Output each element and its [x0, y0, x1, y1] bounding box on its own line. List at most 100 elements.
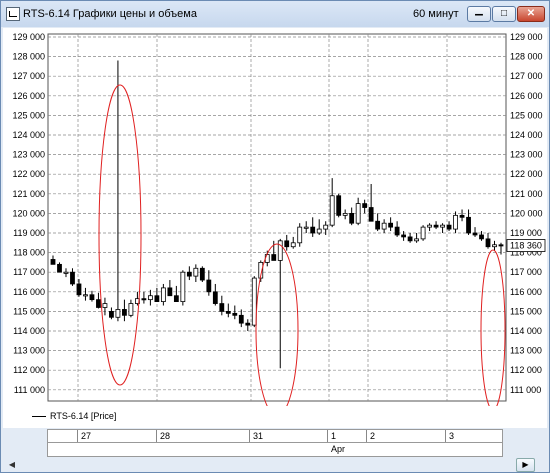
candle-body [147, 295, 153, 301]
y-tick-label-left: 121 000 [12, 189, 45, 199]
candle-body [362, 203, 368, 208]
date-axis-separator [48, 442, 502, 443]
y-tick-label-left: 118 000 [13, 248, 45, 258]
candle-body [290, 242, 296, 248]
candle-body [122, 309, 127, 316]
candle-body [375, 220, 381, 230]
candle-body [381, 222, 387, 230]
horizontal-scrollbar[interactable]: ◀ ▶ [3, 458, 547, 472]
candle-body [167, 287, 173, 297]
date-tick [366, 430, 367, 442]
y-tick-label-left: 123 000 [12, 150, 45, 160]
y-tick-label-right: 122 000 [510, 169, 543, 179]
maximize-icon: □ [500, 8, 508, 19]
candle-body [466, 216, 471, 234]
candle-body [219, 303, 225, 312]
candle-body [232, 312, 238, 316]
candle-body [141, 298, 147, 301]
candle-body [342, 212, 348, 216]
date-tick [445, 430, 446, 442]
candle-body [414, 238, 419, 242]
last-price-label: 118 360 [510, 241, 542, 251]
candle-body [89, 294, 95, 301]
plot-area [47, 33, 507, 402]
y-tick-label-right: 120 000 [510, 208, 543, 218]
title-bar[interactable]: RTS-6.14 Графики цены и объема 60 минут … [1, 1, 549, 27]
y-tick-label-left: 115 000 [13, 306, 45, 316]
candle-body [76, 283, 82, 296]
y-tick-label-left: 114 000 [13, 326, 45, 336]
price-chart-svg[interactable]: 129 000 129 000 128 000 128 000 127 000 127 0… [3, 28, 547, 417]
candle-body [199, 267, 205, 281]
candle-body [420, 226, 426, 240]
candle-body [316, 228, 322, 234]
y-tick-label-left: 116 000 [13, 287, 45, 297]
chart-app-icon [6, 7, 20, 21]
candle-body [453, 214, 458, 230]
candle-body [186, 271, 192, 277]
candle-body [63, 271, 69, 274]
candle-body [433, 224, 439, 228]
candle-body [212, 291, 218, 304]
chart-window: RTS-6.14 Графики цены и объема 60 минут … [0, 0, 550, 473]
candle-body [206, 279, 212, 293]
y-tick-label-right: 114 000 [510, 326, 542, 336]
date-axis: 27 28 31 1 2 3 Apr [47, 429, 503, 457]
candle-body [485, 238, 491, 248]
close-button[interactable]: ✕ [517, 6, 545, 22]
candle-body [70, 271, 75, 285]
y-tick-label-right: 127 000 [510, 71, 543, 81]
y-tick-label-right: 125 000 [510, 110, 543, 120]
candle-body [427, 224, 432, 228]
y-tick-label-left: 122 000 [12, 169, 45, 179]
candle-body [479, 234, 484, 240]
price-chart[interactable]: 129 000 129 000 128 000 128 000 127 000 127 0… [3, 28, 547, 417]
day-label-28: 28 [160, 431, 171, 441]
candle-body [251, 277, 257, 326]
candle-body [303, 226, 309, 229]
y-tick-label-left: 111 000 [14, 385, 45, 395]
candle-body [459, 214, 465, 218]
candle-body [401, 234, 407, 238]
scroll-right-button[interactable]: ▶ [516, 458, 535, 472]
candle-body [355, 203, 361, 224]
y-tick-label-right: 113 000 [510, 346, 542, 356]
candle-body [180, 271, 186, 302]
candle-body [83, 294, 88, 297]
scroll-left-icon[interactable]: ◀ [5, 459, 19, 470]
minimize-button[interactable]: ▁ [467, 5, 491, 22]
candle-body [154, 295, 160, 303]
candle-body [57, 263, 62, 273]
y-tick-label-right: 111 000 [510, 385, 541, 395]
date-tick [249, 430, 250, 442]
date-tick [77, 430, 78, 442]
interval-label[interactable]: 60 минут [413, 8, 459, 20]
y-tick-label-left: 126 000 [12, 91, 45, 101]
maximize-button[interactable]: □ [492, 6, 516, 22]
day-label-27: 27 [81, 431, 92, 441]
candle-body [284, 240, 290, 248]
y-tick-label-right: 116 000 [510, 287, 542, 297]
candle-body [349, 212, 355, 224]
y-tick-label-left: 113 000 [13, 346, 45, 356]
candle-body [368, 207, 374, 222]
candle-body [446, 224, 452, 230]
scroll-right-icon: ▶ [522, 460, 529, 469]
candle-body [225, 310, 231, 314]
window-title: RTS-6.14 Графики цены и объема [23, 8, 197, 20]
month-label: Apr [331, 444, 346, 454]
y-tick-label-right: 124 000 [510, 130, 543, 140]
candle-body [472, 232, 478, 236]
minimize-icon: ▁ [475, 5, 483, 16]
candle-body [109, 310, 114, 318]
y-tick-label-left: 124 000 [12, 130, 45, 140]
y-tick-label-left: 128 000 [12, 52, 45, 62]
y-tick-label-right: 115 000 [510, 306, 542, 316]
candle-body [238, 314, 244, 324]
day-label-31: 31 [253, 431, 264, 441]
chart-legend: RTS-6.14 [Price] [3, 406, 547, 428]
day-label-2: 2 [370, 431, 376, 441]
day-label-1: 1 [331, 431, 337, 441]
candle-body [310, 226, 316, 234]
candle-body [245, 322, 251, 326]
